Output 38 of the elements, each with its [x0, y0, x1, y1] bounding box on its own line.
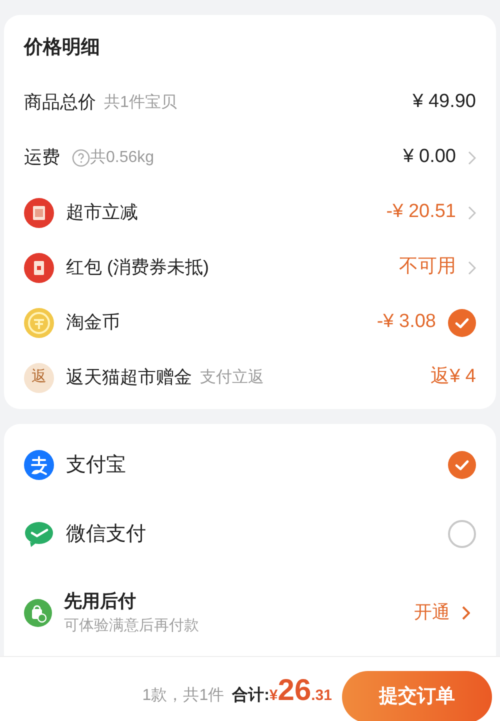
- total-price: ¥26.31: [269, 672, 332, 708]
- row-note: 共1件宝贝: [104, 92, 177, 112]
- row-value: 不可用: [399, 255, 456, 280]
- row-value: ¥ 49.90: [412, 90, 476, 114]
- alipay-icon: [24, 450, 54, 480]
- chevron-icon: [468, 206, 476, 220]
- row-label: 运费: [24, 146, 60, 169]
- item-count: 1款，共1件: [142, 686, 224, 706]
- payment-subtitle: 可体验满意后再付款: [64, 616, 200, 636]
- total-label: 合计:: [232, 686, 270, 706]
- row-value: ¥ 0.00: [403, 145, 456, 170]
- payment-name[interactable]: 支付宝: [66, 450, 436, 480]
- rebate-badge: 返: [24, 362, 54, 392]
- chevron-icon: [468, 260, 476, 274]
- row-value: -¥ 3.08: [376, 310, 436, 334]
- wechat-pay-icon: [24, 520, 54, 548]
- row-note: 支付立返: [200, 368, 264, 388]
- radio-icon[interactable]: [448, 520, 476, 548]
- row-label: 淘金币: [66, 311, 120, 334]
- row-value: -¥ 20.51: [386, 200, 456, 224]
- row-label: 红包 (消费券未抵): [66, 256, 209, 279]
- chevron-icon: [462, 606, 470, 620]
- payment-name[interactable]: 微信支付: [66, 519, 436, 550]
- chevron-icon: [468, 150, 476, 164]
- payment-name[interactable]: 先用后付: [64, 588, 402, 615]
- shopping-bag-icon: [24, 598, 52, 627]
- section-title: 价格明细: [24, 36, 101, 60]
- row-note: 共0.56kg: [90, 148, 154, 168]
- checked-icon[interactable]: [448, 450, 476, 479]
- row-label: 超市立减: [66, 201, 138, 224]
- row-value: 返¥ 4: [430, 365, 476, 390]
- checked-icon[interactable]: [448, 308, 476, 336]
- help-icon: [72, 148, 90, 166]
- coin-icon: [24, 308, 54, 338]
- envelope-icon: [24, 252, 54, 282]
- row-label: 商品总价: [24, 91, 96, 114]
- discount-icon: [24, 198, 54, 228]
- row-label: 返天猫超市赠金: [66, 366, 192, 389]
